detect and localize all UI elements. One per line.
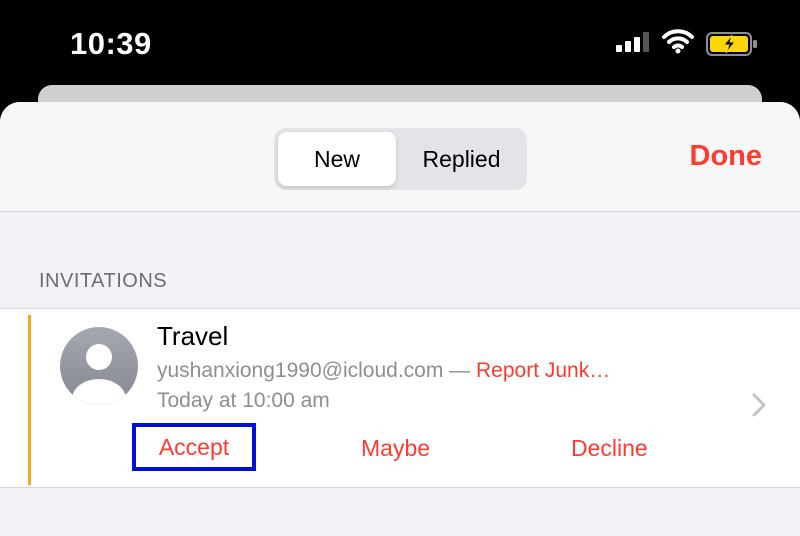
avatar-icon — [60, 327, 138, 405]
decline-button[interactable]: Decline — [571, 435, 648, 462]
invitation-row[interactable]: Travel yushanxiong1990@icloud.com — Repo… — [0, 308, 800, 488]
calendar-color-bar — [28, 315, 31, 485]
wifi-icon — [662, 29, 694, 54]
battery-charging-icon — [706, 32, 757, 56]
segment-new[interactable]: New — [278, 132, 396, 186]
status-time: 10:39 — [70, 26, 152, 61]
cellular-signal-icon — [616, 32, 649, 52]
maybe-button[interactable]: Maybe — [361, 435, 430, 462]
chevron-right-icon[interactable] — [752, 393, 766, 417]
accept-button[interactable]: Accept — [132, 423, 256, 471]
organizer-email: yushanxiong1990@icloud.com — [157, 359, 444, 382]
report-junk-link[interactable]: Report Junk… — [476, 359, 610, 382]
nav-bar: New Replied Done — [0, 102, 800, 212]
segmented-control: New Replied — [274, 128, 527, 190]
done-button[interactable]: Done — [690, 140, 763, 173]
organizer-line: yushanxiong1990@icloud.com — Report Junk… — [157, 359, 610, 383]
event-title: Travel — [157, 321, 229, 351]
separator: — — [443, 359, 477, 382]
invitations-sheet: New Replied Done INVITATIONS Travel yush… — [0, 102, 800, 536]
event-time: Today at 10:00 am — [157, 389, 330, 412]
section-header: INVITATIONS — [39, 270, 168, 292]
segment-replied[interactable]: Replied — [400, 132, 523, 186]
status-bar: 10:39 — [0, 0, 800, 86]
